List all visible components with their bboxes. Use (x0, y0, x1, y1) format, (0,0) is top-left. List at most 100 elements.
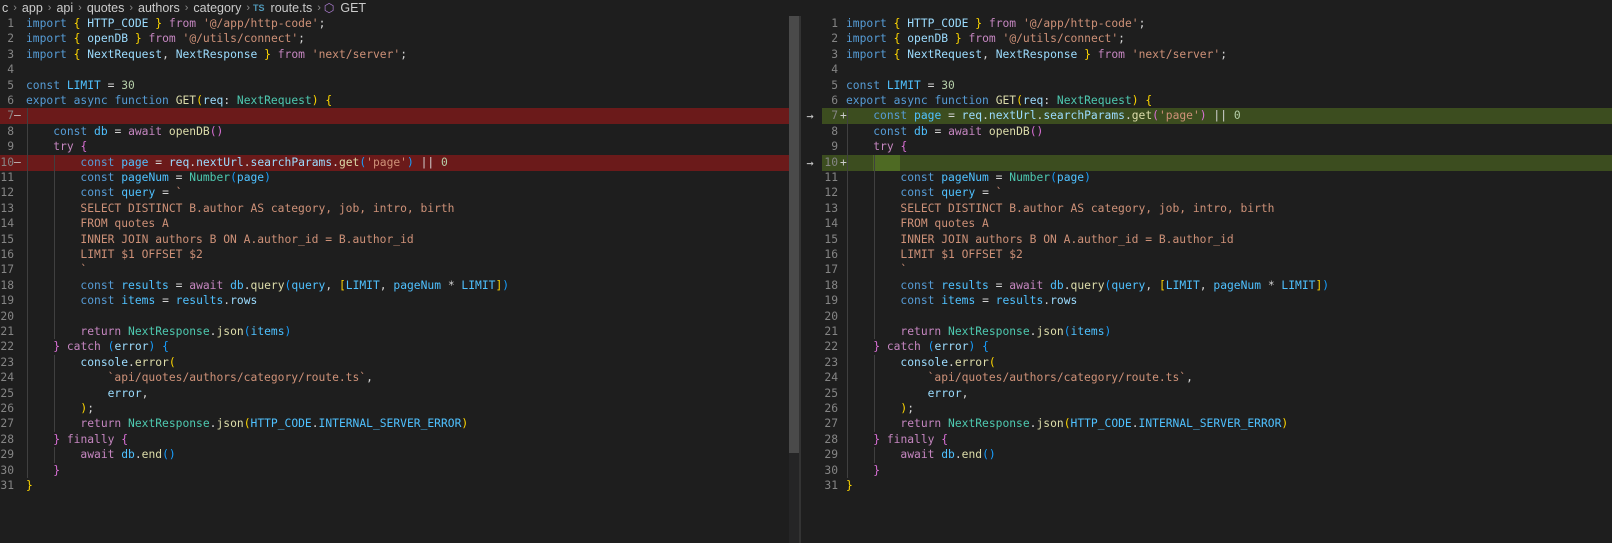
original-code-line[interactable]: 20 (0, 309, 790, 325)
modified-code-line[interactable]: 26 ); (822, 401, 1612, 417)
original-code-line[interactable]: 3 import { NextRequest, NextResponse } fr… (0, 47, 790, 63)
breadcrumb-item[interactable]: quotes (85, 1, 127, 15)
original-code-line[interactable]: 28 } finally { (0, 432, 790, 448)
original-code-line[interactable]: 23 console.error( (0, 355, 790, 371)
code-text: } (26, 463, 60, 479)
original-code-line[interactable]: 31} (0, 478, 790, 494)
breadcrumb-file[interactable]: route.ts (269, 1, 315, 15)
original-code-line[interactable]: 14 FROM quotes A (0, 216, 790, 232)
modified-code-line[interactable]: 7 + const page = req.nextUrl.searchParams… (822, 108, 1612, 125)
breadcrumb-symbol[interactable]: GET (338, 1, 368, 15)
modified-code-line[interactable]: 15 INNER JOIN authors B ON A.author_id =… (822, 232, 1612, 248)
modified-code-line[interactable]: 25 error, (822, 386, 1612, 402)
original-code-line[interactable]: 13 SELECT DISTINCT B.author AS category,… (0, 201, 790, 217)
line-number: 14 (0, 217, 14, 231)
modified-code-line[interactable]: 8 const db = await openDB() (822, 124, 1612, 140)
modified-code-line[interactable]: 21 return NextResponse.json(items) (822, 324, 1612, 340)
original-code-line[interactable]: 30 } (0, 463, 790, 479)
modified-code-line[interactable]: 11 const pageNum = Number(page) (822, 170, 1612, 186)
modified-editor-pane[interactable]: 1 import { HTTP_CODE } from '@/app/http-c… (822, 16, 1612, 543)
original-code-line[interactable]: 24 `api/quotes/authors/category/route.ts… (0, 370, 790, 386)
code-token: LIMIT $1 OFFSET $2 (26, 248, 203, 261)
modified-code-line[interactable]: 22 } catch (error) { (822, 339, 1612, 355)
modified-code-line[interactable]: 4 (822, 62, 1612, 78)
code-token: query (121, 186, 156, 200)
scrollbar-thumb[interactable] (789, 16, 799, 453)
modified-code-line[interactable]: 5 const LIMIT = 30 (822, 78, 1612, 94)
modified-code-line[interactable]: 6 export async function GET(req: NextRequ… (822, 93, 1612, 109)
original-code-line[interactable]: 4 (0, 62, 790, 78)
original-code-line[interactable]: 10— const page = req.nextUrl.searchParam… (0, 154, 790, 171)
original-code-line[interactable]: 17 ` (0, 262, 790, 278)
code-token: error (927, 386, 962, 400)
code-token: ; (907, 402, 915, 415)
original-code-line[interactable]: 21 return NextResponse.json(items) (0, 324, 790, 340)
modified-code-line[interactable]: 23 console.error( (822, 355, 1612, 371)
revert-change-arrow-icon[interactable]: → (802, 155, 818, 171)
original-code-line[interactable]: 18 const results = await db.query(query,… (0, 278, 790, 294)
original-code-line[interactable]: 22 } catch (error) { (0, 339, 790, 355)
modified-code-line[interactable]: 24 `api/quotes/authors/category/route.ts… (822, 370, 1612, 386)
original-code-line[interactable]: 7— (0, 108, 790, 125)
code-token: , (162, 47, 176, 61)
original-code-line[interactable]: 2 import { openDB } from '@/utils/connect… (0, 31, 790, 47)
modified-code-line[interactable]: 9 try { (822, 139, 1612, 155)
original-code-line[interactable]: 12 const query = ` (0, 185, 790, 201)
breadcrumb-item[interactable]: api (54, 1, 75, 15)
modified-code-line[interactable]: 3 import { NextRequest, NextResponse } fr… (822, 47, 1612, 63)
original-editor-pane[interactable]: 1 import { HTTP_CODE } from '@/app/http-c… (0, 16, 790, 543)
code-token: { (941, 432, 949, 446)
modified-code-line[interactable]: 29 await db.end() (822, 447, 1612, 463)
modified-code-line[interactable]: 10 + (822, 154, 1612, 171)
code-token: console (80, 355, 129, 369)
original-code-line[interactable]: 26 ); (0, 401, 790, 417)
modified-code-line[interactable]: 12 const query = ` (822, 185, 1612, 201)
code-token: ) (1131, 94, 1139, 107)
modified-code-line[interactable]: 30 } (822, 463, 1612, 479)
line-number: 7 (831, 109, 838, 123)
breadcrumb-item[interactable]: c (0, 1, 10, 15)
line-number: 12 (824, 186, 838, 200)
code-token: 0 (441, 155, 448, 169)
modified-code-line[interactable]: 28 } finally { (822, 432, 1612, 448)
code-token: results (121, 278, 169, 292)
code-token: await (128, 124, 163, 138)
modified-code-line[interactable]: 31} (822, 478, 1612, 494)
original-code-line[interactable]: 11 const pageNum = Number(page) (0, 170, 790, 186)
breadcrumb-item[interactable]: category (191, 1, 243, 15)
modified-code-line[interactable]: 2 import { openDB } from '@/utils/connect… (822, 31, 1612, 47)
original-code-line[interactable]: 29 await db.end() (0, 447, 790, 463)
modified-code-line[interactable]: 18 const results = await db.query(query,… (822, 278, 1612, 294)
modified-code-line[interactable]: 16 LIMIT $1 OFFSET $2 (822, 247, 1612, 263)
original-code-line[interactable]: 25 error, (0, 386, 790, 402)
code-token: ) (284, 325, 292, 338)
code-token: '@/app/http-code' (202, 17, 319, 30)
original-code-line[interactable]: 9 try { (0, 139, 790, 155)
modified-code-line[interactable]: 20 (822, 309, 1612, 325)
code-token: const (873, 124, 908, 138)
original-code-line[interactable]: 16 LIMIT $1 OFFSET $2 (0, 247, 790, 263)
modified-code-line[interactable]: 14 FROM quotes A (822, 216, 1612, 232)
original-code-line[interactable]: 8 const db = await openDB() (0, 124, 790, 140)
original-code-line[interactable]: 6 export async function GET(req: NextRequ… (0, 93, 790, 109)
original-code-line[interactable]: 1 import { HTTP_CODE } from '@/app/http-c… (0, 16, 790, 32)
code-text: } finally { (846, 432, 948, 448)
revert-change-arrow-icon[interactable]: → (802, 108, 818, 124)
breadcrumb-item[interactable]: app (20, 1, 45, 15)
breadcrumb-item[interactable]: authors (136, 1, 182, 15)
code-token: '@/utils/connect' (182, 32, 299, 46)
modified-code-line[interactable]: 19 const items = results.rows (822, 293, 1612, 309)
original-code-line[interactable]: 15 INNER JOIN authors B ON A.author_id =… (0, 232, 790, 248)
modified-code-line[interactable]: 13 SELECT DISTINCT B.author AS category,… (822, 201, 1612, 217)
code-token: items (250, 325, 285, 338)
chevron-right-icon: › (246, 2, 251, 14)
modified-code-line[interactable]: 1 import { HTTP_CODE } from '@/app/http-c… (822, 16, 1612, 32)
modified-code-line[interactable]: 17 ` (822, 262, 1612, 278)
original-code-line[interactable]: 19 const items = results.rows (0, 293, 790, 309)
code-token: , (961, 386, 969, 400)
original-code-line[interactable]: 27 return NextResponse.json(HTTP_CODE.IN… (0, 416, 790, 432)
modified-code-line[interactable]: 27 return NextResponse.json(HTTP_CODE.IN… (822, 416, 1612, 432)
original-code-line[interactable]: 5 const LIMIT = 30 (0, 78, 790, 94)
